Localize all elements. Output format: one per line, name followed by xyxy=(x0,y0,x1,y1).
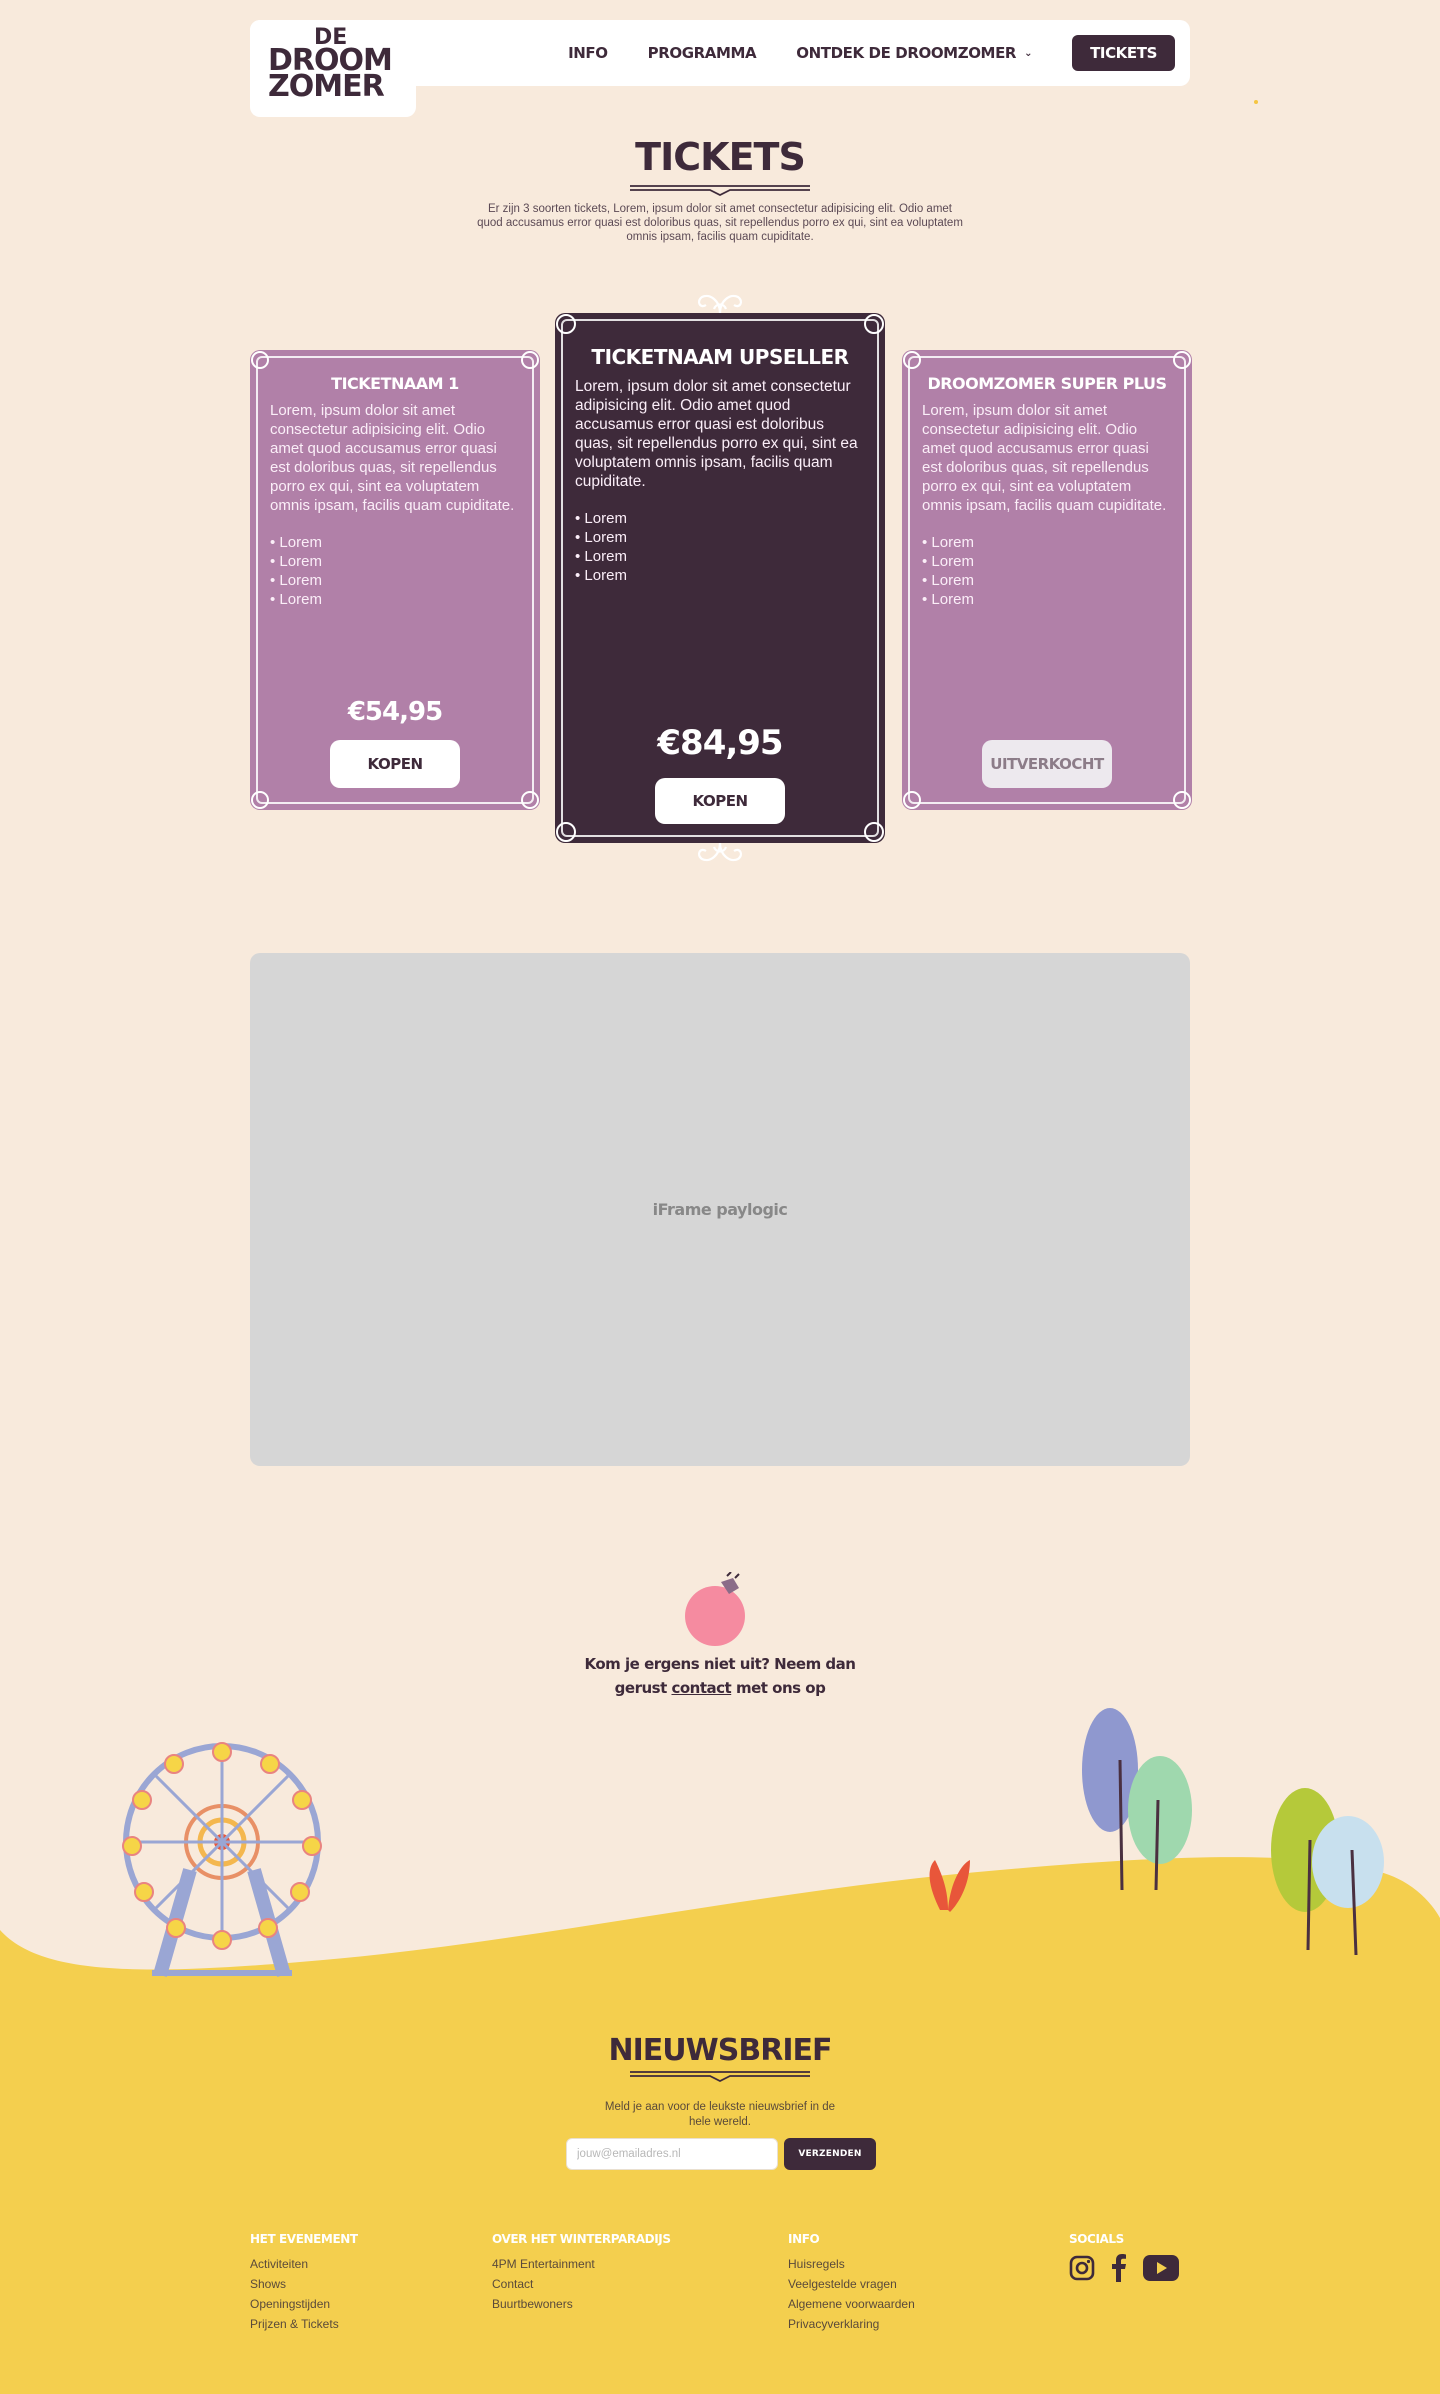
ticket-bullet: • Lorem xyxy=(575,567,627,584)
main-nav: INFO PROGRAMMA ONTDEK DE DROOMZOMER ⌄ TI… xyxy=(568,35,1175,71)
ticket-name: TICKETNAAM 1 xyxy=(331,374,459,393)
ticket-price: €84,95 xyxy=(657,723,783,763)
footer-link[interactable]: Veelgestelde vragen xyxy=(788,2274,915,2294)
social-icons xyxy=(1069,2254,1179,2282)
footer-link[interactable]: Openingstijden xyxy=(250,2294,358,2314)
newsletter-email-input[interactable] xyxy=(566,2138,778,2170)
bottom-ornament-icon xyxy=(697,843,743,862)
ticket-bullet: • Lorem xyxy=(575,548,627,565)
nav-tickets-button[interactable]: TICKETS xyxy=(1072,35,1175,71)
buy-button[interactable]: KOPEN xyxy=(655,778,785,824)
ticket-bullet: • Lorem xyxy=(922,553,974,570)
ticket-bullet: • Lorem xyxy=(922,591,974,608)
ticket-bullet: • Lorem xyxy=(270,591,322,608)
ticket-bullets: • Lorem • Lorem • Lorem • Lorem xyxy=(922,533,1172,609)
ticket-bullet: • Lorem xyxy=(922,572,974,589)
ticket-bullet: • Lorem xyxy=(270,534,322,551)
nav-info[interactable]: INFO xyxy=(568,44,608,62)
tickets-intro: Er zijn 3 soorten tickets, Lorem, ipsum … xyxy=(477,203,963,243)
instagram-icon[interactable] xyxy=(1069,2255,1095,2281)
ticket-description: Lorem, ipsum dolor sit amet consectetur … xyxy=(270,402,515,514)
newsletter-form: VERZENDEN xyxy=(566,2138,876,2170)
nav-programma[interactable]: PROGRAMMA xyxy=(648,44,757,62)
footer-link[interactable]: Activiteiten xyxy=(250,2254,358,2274)
facebook-icon[interactable] xyxy=(1111,2254,1127,2282)
sold-out-button[interactable]: UITVERKOCHT xyxy=(982,740,1112,788)
ferris-wheel-icon xyxy=(122,1742,322,1977)
footer-link[interactable]: Privacyverklaring xyxy=(788,2314,915,2334)
footer-column-title: INFO xyxy=(788,2232,820,2246)
footer-link[interactable]: Shows xyxy=(250,2274,358,2294)
footer-column-title: SOCIALS xyxy=(1069,2232,1124,2246)
newsletter-submit-button[interactable]: VERZENDEN xyxy=(784,2138,876,2170)
ticket-card-3: DROOMZOMER SUPER PLUS Lorem, ipsum dolor… xyxy=(902,350,1192,810)
ticket-card-1: TICKETNAAM 1 Lorem, ipsum dolor sit amet… xyxy=(250,350,540,810)
footer-column-socials: SOCIALS xyxy=(1069,2232,1179,2282)
ticket-bullets: • Lorem • Lorem • Lorem • Lorem xyxy=(575,509,865,585)
newsletter-flourish-icon xyxy=(630,2071,810,2082)
balloon-illustration-icon xyxy=(685,1572,745,1646)
footer-column-title: HET EVENEMENT xyxy=(250,2232,358,2246)
ticket-bullet: • Lorem xyxy=(270,572,322,589)
title-flourish-icon xyxy=(630,185,810,196)
footer-column-evenement: HET EVENEMENT Activiteiten Shows Opening… xyxy=(250,2232,358,2334)
logo[interactable]: DE DROOM ZOMER xyxy=(250,20,416,117)
newsletter-title: NIEUWSBRIEF xyxy=(608,2033,833,2068)
ticket-bullet: • Lorem xyxy=(270,553,322,570)
nav-ontdek-dropdown[interactable]: ONTDEK DE DROOMZOMER ⌄ xyxy=(796,44,1032,62)
ticket-bullet: • Lorem xyxy=(922,534,974,551)
top-ornament-icon xyxy=(697,294,743,313)
ticket-description: Lorem, ipsum dolor sit amet consectetur … xyxy=(575,378,858,490)
ticket-bullet: • Lorem xyxy=(575,529,627,546)
contact-line-1: Kom je ergens niet uit? Neem dan xyxy=(584,1655,856,1673)
ticket-bullets: • Lorem • Lorem • Lorem • Lorem xyxy=(270,533,520,609)
nav-ontdek-label: ONTDEK DE DROOMZOMER xyxy=(796,44,1017,62)
ticket-name: DROOMZOMER SUPER PLUS xyxy=(927,374,1167,393)
footer-column-info: INFO Huisregels Veelgestelde vragen Alge… xyxy=(788,2232,915,2334)
footer-link[interactable]: Prijzen & Tickets xyxy=(250,2314,358,2334)
ticket-price: €54,95 xyxy=(347,697,443,727)
buy-button[interactable]: KOPEN xyxy=(330,740,460,788)
footer-link[interactable]: Buurtbewoners xyxy=(492,2294,671,2314)
page-title: TICKETS xyxy=(635,135,806,179)
youtube-icon[interactable] xyxy=(1143,2255,1179,2281)
footer-link[interactable]: Algemene voorwaarden xyxy=(788,2294,915,2314)
logo-zomer: ZOMER xyxy=(268,69,385,104)
footer-link[interactable]: 4PM Entertainment xyxy=(492,2254,671,2274)
paylogic-iframe[interactable]: iFrame paylogic xyxy=(250,953,1190,1466)
ticket-bullet: • Lorem xyxy=(575,510,627,527)
footer-link[interactable]: Contact xyxy=(492,2274,671,2294)
ticket-card-2: TICKETNAAM UPSELLER Lorem, ipsum dolor s… xyxy=(555,313,885,843)
footer-column-winterparadijs: OVER HET WINTERPARADIJS 4PM Entertainmen… xyxy=(492,2232,671,2314)
iframe-label: iFrame paylogic xyxy=(652,1200,788,1219)
newsletter-text: Meld je aan voor de leukste nieuwsbrief … xyxy=(604,2101,836,2128)
ticket-name: TICKETNAAM UPSELLER xyxy=(591,345,849,369)
decorative-dot xyxy=(1254,100,1258,104)
chevron-down-icon: ⌄ xyxy=(1024,47,1033,59)
footer-link[interactable]: Huisregels xyxy=(788,2254,915,2274)
ticket-description: Lorem, ipsum dolor sit amet consectetur … xyxy=(922,402,1167,514)
footer-column-title: OVER HET WINTERPARADIJS xyxy=(492,2232,671,2246)
